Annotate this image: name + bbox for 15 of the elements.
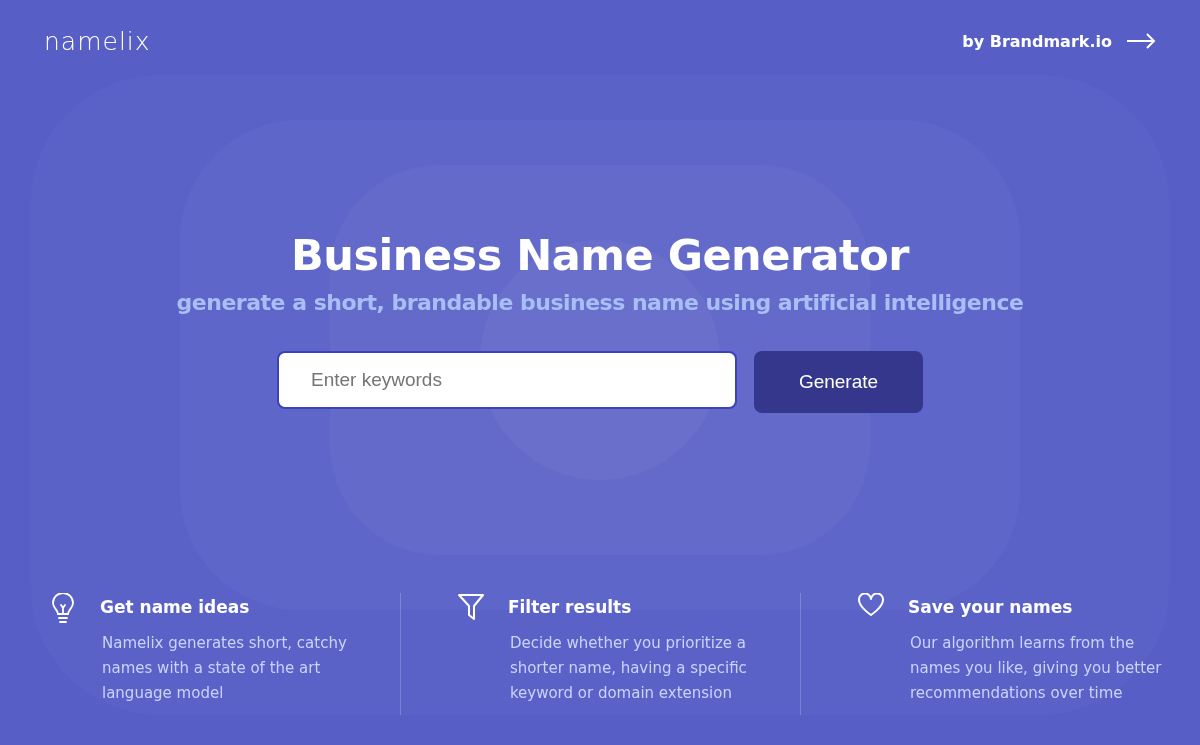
- subtitle: generate a short, brandable business name using artificial intelligence: [176, 290, 1024, 315]
- brandmark-link[interactable]: by Brandmark.io: [962, 31, 1156, 51]
- page-title: Business Name Generator: [291, 230, 909, 280]
- heart-icon: [856, 593, 885, 617]
- filter-icon: [456, 593, 485, 621]
- feature-title: Get name ideas: [100, 597, 251, 617]
- feature-title: Save your names: [907, 597, 1074, 617]
- keywords-input-field[interactable]: Enter keywords: [277, 351, 737, 409]
- generate-button[interactable]: Generate: [754, 351, 923, 413]
- feature-description: Our algorithm learns from the names you like, giving you better recommendations over time: [908, 633, 1163, 704]
- feature-title: Filter results: [507, 597, 633, 617]
- feature-description: Namelix generates short, catchy names with a state of the art language model: [101, 633, 348, 704]
- feature-description: Decide whether you prioritize a shorter name, having a specific keyword or domain extension: [508, 633, 748, 704]
- arrow-right-icon: [1126, 33, 1156, 49]
- logo[interactable]: namelix: [44, 26, 151, 56]
